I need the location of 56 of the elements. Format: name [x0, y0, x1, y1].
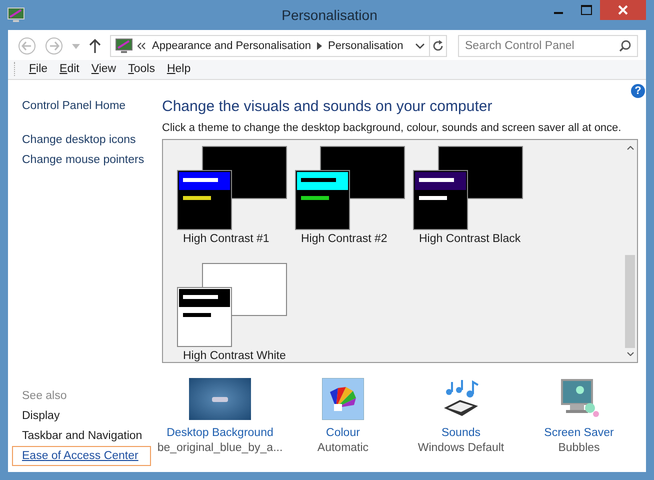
- search-box[interactable]: Search Control Panel: [458, 35, 638, 57]
- menu-item[interactable]: File: [29, 63, 48, 75]
- page-description: Click a theme to change the desktop background, colour, sounds and screen saver all at once.: [162, 122, 622, 134]
- breadcrumb[interactable]: Appearance and Personalisation: [152, 40, 312, 52]
- setting-value: Automatic: [317, 442, 369, 454]
- window-title: Personalisation: [280, 7, 378, 23]
- theme-name: High Contrast Black: [418, 233, 521, 245]
- breadcrumb-arrow-icon: [317, 42, 322, 50]
- setting-link[interactable]: Desktop Background: [166, 425, 274, 442]
- setting-link[interactable]: Screen Saver: [544, 425, 614, 442]
- scroll-down-icon: [626, 352, 634, 356]
- theme-name: High Contrast White: [182, 350, 286, 362]
- see-also-link[interactable]: Ease of Access Center: [12, 446, 152, 466]
- colour-swatch-fan-icon[interactable]: [322, 378, 364, 420]
- theme-item[interactable]: High Contrast #2: [295, 146, 413, 263]
- maximize-icon: [580, 5, 592, 15]
- theme-name: High Contrast #1: [182, 233, 270, 245]
- chevron-down-icon: [415, 43, 426, 49]
- refresh-icon: [432, 40, 444, 52]
- monitor-bubbles-icon[interactable]: [558, 378, 600, 420]
- breadcrumb[interactable]: Personalisation: [328, 40, 404, 52]
- address-bar[interactable]: Appearance and Personalisation Personalisation: [110, 35, 430, 57]
- theme-name: High Contrast #2: [300, 233, 388, 245]
- wallpaper-thumbnail[interactable]: [189, 378, 251, 420]
- setting-value: Windows Default: [418, 442, 504, 454]
- overflow-chevron-icon: [137, 42, 146, 50]
- sidebar-link[interactable]: Control Panel Home: [12, 96, 136, 116]
- setting-value: Bubbles: [558, 442, 600, 454]
- see-also-link[interactable]: Taskbar and Navigation: [12, 426, 152, 446]
- sidebar-link[interactable]: Change mouse pointers: [12, 150, 154, 170]
- caret-icon: [72, 44, 80, 48]
- close-icon: [618, 5, 628, 15]
- page-heading: Change the visuals and sounds on your computer: [162, 98, 494, 115]
- menu-item[interactable]: Edit: [60, 63, 80, 75]
- see-also-heading: See also: [22, 390, 67, 402]
- setting-link[interactable]: Colour: [326, 425, 360, 442]
- help-button[interactable]: ?: [631, 84, 645, 98]
- setting-link[interactable]: Sounds: [441, 425, 480, 442]
- up-arrow-icon: [89, 39, 101, 53]
- menu-item[interactable]: Help: [166, 63, 191, 75]
- theme-item[interactable]: High Contrast White: [177, 263, 295, 380]
- theme-item[interactable]: High Contrast Black: [413, 146, 531, 263]
- see-also-link[interactable]: Display: [12, 406, 70, 426]
- minimize-icon: [554, 12, 562, 14]
- monitor-icon: [7, 7, 25, 23]
- menu-item[interactable]: Tools: [128, 63, 155, 75]
- monitor-icon: [115, 38, 133, 54]
- close-button[interactable]: [600, 0, 646, 20]
- up-button[interactable]: [87, 39, 103, 53]
- menu-item[interactable]: View: [91, 63, 116, 75]
- refresh-button[interactable]: [430, 35, 447, 57]
- search-icon: [619, 40, 631, 52]
- scroll-up-icon: [626, 146, 634, 150]
- theme-item[interactable]: High Contrast #1: [177, 146, 295, 263]
- setting-value: be_original_blue_by_a...: [157, 442, 283, 454]
- sidebar-link[interactable]: Change desktop icons: [12, 130, 146, 150]
